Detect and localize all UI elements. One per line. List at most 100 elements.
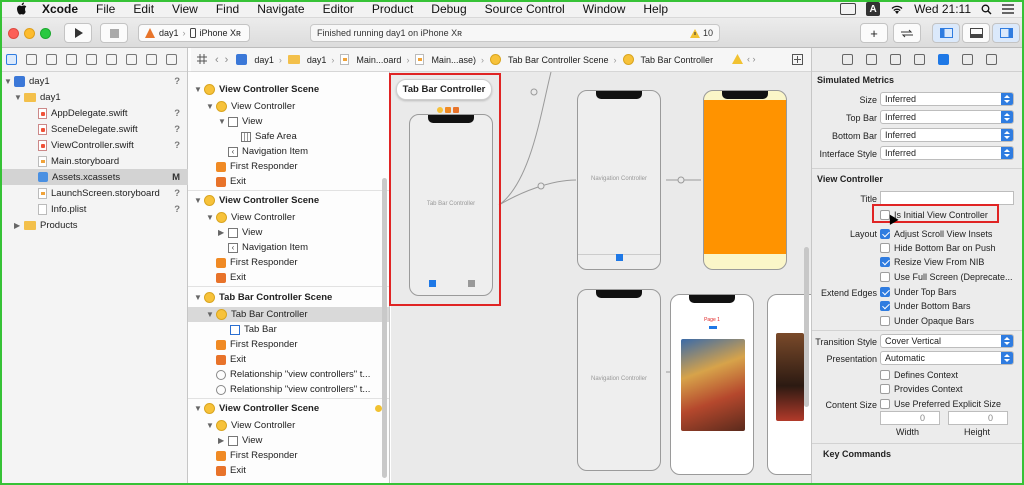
outline-first-responder[interactable]: First Responder xyxy=(188,255,389,270)
dock-first-responder-icon[interactable] xyxy=(445,107,451,113)
outline-view[interactable]: ▶ View xyxy=(188,433,389,448)
size-popup[interactable]: Inferred xyxy=(880,92,1014,106)
outline-scene-view-controller-1[interactable]: ▼ View Controller Scene xyxy=(188,82,389,97)
wifi-icon[interactable] xyxy=(890,4,904,15)
outline-first-responder[interactable]: First Responder xyxy=(188,448,389,463)
under-bottom-row[interactable]: Under Bottom Bars xyxy=(880,299,971,312)
menu-window[interactable]: Window xyxy=(583,2,626,16)
find-navigator-tab-icon[interactable] xyxy=(66,54,77,65)
disclosure-open-icon[interactable]: ▼ xyxy=(206,310,214,319)
outline-scene-view-controller-2[interactable]: ▼ View Controller Scene xyxy=(188,193,389,208)
menu-editor[interactable]: Editor xyxy=(323,2,354,16)
test-navigator-tab-icon[interactable] xyxy=(106,54,117,65)
adjust-scroll-checkbox[interactable] xyxy=(880,228,890,239)
defines-context-checkbox[interactable] xyxy=(880,369,890,380)
disclosure-open-icon[interactable]: ▼ xyxy=(206,102,214,111)
full-screen-checkbox[interactable] xyxy=(880,271,890,282)
zoom-window-button[interactable] xyxy=(40,28,51,39)
code-review-button[interactable] xyxy=(893,23,921,43)
nav-item-group-day1[interactable]: ▼ day1 xyxy=(0,89,188,105)
menu-find[interactable]: Find xyxy=(216,2,239,16)
under-opaque-row[interactable]: Under Opaque Bars xyxy=(880,314,974,327)
history-inspector-tab-icon[interactable] xyxy=(866,54,877,65)
outline-safe-area[interactable]: Safe Area xyxy=(188,129,389,144)
file-inspector-tab-icon[interactable] xyxy=(842,54,853,65)
hide-bottom-row[interactable]: Hide Bottom Bar on Push xyxy=(880,241,996,254)
breadcrumb-controller[interactable]: Tab Bar Controller xyxy=(622,54,713,65)
menu-edit[interactable]: Edit xyxy=(133,2,154,16)
outline-view-controller[interactable]: ▼ View Controller xyxy=(188,210,389,225)
library-button[interactable]: + xyxy=(860,23,888,43)
outline-first-responder[interactable]: First Responder xyxy=(188,159,389,174)
toggle-debug-area-button[interactable] xyxy=(962,23,990,43)
nav-file-main-storyboard[interactable]: Main.storyboard xyxy=(0,153,188,169)
menu-clock[interactable]: Wed 21:11 xyxy=(914,2,971,16)
menu-view[interactable]: View xyxy=(172,2,198,16)
nav-file-scenedelegate[interactable]: SceneDelegate.swift ? xyxy=(0,121,188,137)
disclosure-open-icon[interactable]: ▼ xyxy=(206,421,214,430)
defines-context-row[interactable]: Defines Context xyxy=(880,368,958,381)
nav-item-products[interactable]: ▶ Products xyxy=(0,217,188,233)
top-bar-popup[interactable]: Inferred xyxy=(880,110,1014,124)
outline-view[interactable]: ▼ View xyxy=(188,114,389,129)
provides-context-row[interactable]: Provides Context xyxy=(880,382,963,395)
warning-indicator[interactable]: 10 xyxy=(689,28,713,38)
issue-nav-arrows-icon[interactable]: ‹ › xyxy=(747,54,756,64)
preferred-explicit-row[interactable]: Use Preferred Explicit Size xyxy=(880,397,1001,410)
navigation-controller-scene-1[interactable]: Navigation Controller xyxy=(577,90,661,270)
full-screen-row[interactable]: Use Full Screen (Deprecate... xyxy=(880,270,1013,283)
list-menu-icon[interactable] xyxy=(1002,4,1014,14)
nav-item-project[interactable]: ▼ day1 ? xyxy=(0,73,188,89)
nav-file-assets[interactable]: Assets.xcassets M xyxy=(0,169,188,185)
minimize-window-button[interactable] xyxy=(24,28,35,39)
outline-tab-bar-controller[interactable]: ▼ Tab Bar Controller xyxy=(188,307,389,322)
adjust-scroll-row[interactable]: Adjust Scroll View Insets xyxy=(880,227,992,240)
breadcrumb-group[interactable]: day1 › xyxy=(287,55,337,65)
width-field[interactable]: 0 xyxy=(880,411,940,425)
dock-exit-icon[interactable] xyxy=(453,107,459,113)
identity-inspector-tab-icon[interactable] xyxy=(914,54,925,65)
hide-bottom-checkbox[interactable] xyxy=(880,242,890,253)
issue-navigator-tab-icon[interactable] xyxy=(86,54,97,65)
resize-nib-row[interactable]: Resize View From NIB xyxy=(880,255,984,268)
disclosure-closed-icon[interactable]: ▶ xyxy=(218,436,226,445)
interface-style-popup[interactable]: Inferred xyxy=(880,146,1014,160)
under-opaque-checkbox[interactable] xyxy=(880,315,890,326)
outline-relationship-segue[interactable]: Relationship "view controllers" t... xyxy=(188,382,389,397)
close-window-button[interactable] xyxy=(8,28,19,39)
warning-icon[interactable] xyxy=(732,54,743,66)
disclosure-open-icon[interactable]: ▼ xyxy=(218,117,226,126)
poster-view-controller-scene[interactable]: Page 1 xyxy=(670,294,754,475)
transition-style-popup[interactable]: Cover Vertical xyxy=(880,334,1014,348)
nav-file-infoplist[interactable]: Info.plist ? xyxy=(0,201,188,217)
breadcrumb-project[interactable]: day1 › xyxy=(236,54,284,65)
toggle-inspector-button[interactable] xyxy=(992,23,1020,43)
outline-scrollbar[interactable] xyxy=(382,178,387,478)
run-button[interactable] xyxy=(64,23,92,43)
storyboard-canvas[interactable]: Tab Bar Controller Navigation Controller… xyxy=(391,72,811,485)
menu-file[interactable]: File xyxy=(96,2,115,16)
menu-app-xcode[interactable]: Xcode xyxy=(42,2,78,16)
input-source-icon[interactable]: A xyxy=(866,2,881,16)
dock-vc-icon[interactable] xyxy=(437,107,443,113)
search-icon[interactable] xyxy=(981,4,992,15)
tab-item-icon[interactable] xyxy=(468,280,475,287)
stop-button[interactable] xyxy=(100,23,128,43)
disclosure-open-icon[interactable]: ▼ xyxy=(194,85,202,94)
disclosure-closed-icon[interactable]: ▶ xyxy=(14,221,22,230)
source-control-tab-icon[interactable] xyxy=(26,54,37,65)
disclosure-open-icon[interactable]: ▼ xyxy=(194,293,202,302)
scene-dock[interactable] xyxy=(437,107,459,113)
nav-file-viewcontroller[interactable]: ViewController.swift ? xyxy=(0,137,188,153)
preferred-explicit-checkbox[interactable] xyxy=(880,398,890,409)
outline-exit[interactable]: Exit xyxy=(188,270,389,285)
height-field[interactable]: 0 xyxy=(948,411,1008,425)
disclosure-open-icon[interactable]: ▼ xyxy=(194,404,202,413)
outline-relationship-segue[interactable]: Relationship "view controllers" t... xyxy=(188,367,389,382)
disclosure-closed-icon[interactable]: ▶ xyxy=(218,228,226,237)
bottom-bar-popup[interactable]: Inferred xyxy=(880,128,1014,142)
provides-context-checkbox[interactable] xyxy=(880,383,890,394)
menu-navigate[interactable]: Navigate xyxy=(257,2,304,16)
tab-bar-controller-scene[interactable]: Tab Bar Controller xyxy=(409,114,493,296)
breadcrumb-base[interactable]: Main...ase) › xyxy=(415,54,486,65)
